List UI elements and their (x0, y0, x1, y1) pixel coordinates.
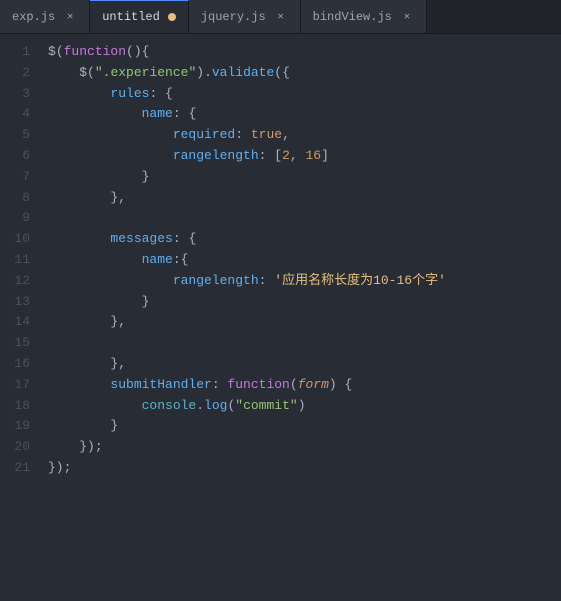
line-num-16: 16 (0, 354, 30, 375)
code-line-2: $(".experience").validate({ (48, 63, 561, 84)
line-num-19: 19 (0, 416, 30, 437)
line-num-13: 13 (0, 292, 30, 313)
tab-jquery-js-close-icon[interactable]: ✕ (274, 10, 288, 24)
line-num-4: 4 (0, 104, 30, 125)
line-numbers: 1 2 3 4 5 6 7 8 9 10 11 12 13 14 15 16 1… (0, 34, 40, 601)
code-line-19: } (48, 416, 561, 437)
line-num-3: 3 (0, 84, 30, 105)
line-num-18: 18 (0, 396, 30, 417)
code-line-15 (48, 333, 561, 354)
code-line-4: name: { (48, 104, 561, 125)
code-line-9 (48, 208, 561, 229)
line-num-11: 11 (0, 250, 30, 271)
line-num-5: 5 (0, 125, 30, 146)
code-line-18: console.log("commit") (48, 396, 561, 417)
tab-bindview-js-label: bindView.js (313, 10, 392, 24)
code-line-13: } (48, 292, 561, 313)
tab-untitled[interactable]: untitled (90, 0, 189, 33)
code-line-11: name:{ (48, 250, 561, 271)
tab-exp-js[interactable]: exp.js ✕ (0, 0, 90, 33)
code-line-7: } (48, 167, 561, 188)
code-line-3: rules: { (48, 84, 561, 105)
line-num-7: 7 (0, 167, 30, 188)
code-line-6: rangelength: [2, 16] (48, 146, 561, 167)
line-num-15: 15 (0, 333, 30, 354)
code-line-17: submitHandler: function(form) { (48, 375, 561, 396)
line-num-8: 8 (0, 188, 30, 209)
line-num-1: 1 (0, 42, 30, 63)
line-num-2: 2 (0, 63, 30, 84)
line-num-17: 17 (0, 375, 30, 396)
tab-bar: exp.js ✕ untitled jquery.js ✕ bindView.j… (0, 0, 561, 34)
tab-exp-js-close-icon[interactable]: ✕ (63, 10, 77, 24)
line-num-21: 21 (0, 458, 30, 479)
tab-jquery-js-label: jquery.js (201, 10, 266, 24)
code-line-1: $(function(){ (48, 42, 561, 63)
tab-jquery-js[interactable]: jquery.js ✕ (189, 0, 301, 33)
line-num-9: 9 (0, 208, 30, 229)
code-line-21: }); (48, 458, 561, 479)
code-editor: 1 2 3 4 5 6 7 8 9 10 11 12 13 14 15 16 1… (0, 34, 561, 601)
code-line-5: required: true, (48, 125, 561, 146)
tab-untitled-modified-dot-icon (168, 13, 176, 21)
line-num-20: 20 (0, 437, 30, 458)
line-num-6: 6 (0, 146, 30, 167)
line-num-14: 14 (0, 312, 30, 333)
code-line-14: }, (48, 312, 561, 333)
code-content[interactable]: $(function(){ $(".experience").validate(… (40, 34, 561, 601)
code-line-12: rangelength: '应用名称长度为10-16个字' (48, 271, 561, 292)
code-line-8: }, (48, 188, 561, 209)
code-line-16: }, (48, 354, 561, 375)
tab-untitled-label: untitled (102, 10, 160, 24)
tab-exp-js-label: exp.js (12, 10, 55, 24)
code-line-20: }); (48, 437, 561, 458)
tab-bindview-js-close-icon[interactable]: ✕ (400, 10, 414, 24)
tab-bindview-js[interactable]: bindView.js ✕ (301, 0, 427, 33)
code-line-10: messages: { (48, 229, 561, 250)
line-num-12: 12 (0, 271, 30, 292)
line-num-10: 10 (0, 229, 30, 250)
